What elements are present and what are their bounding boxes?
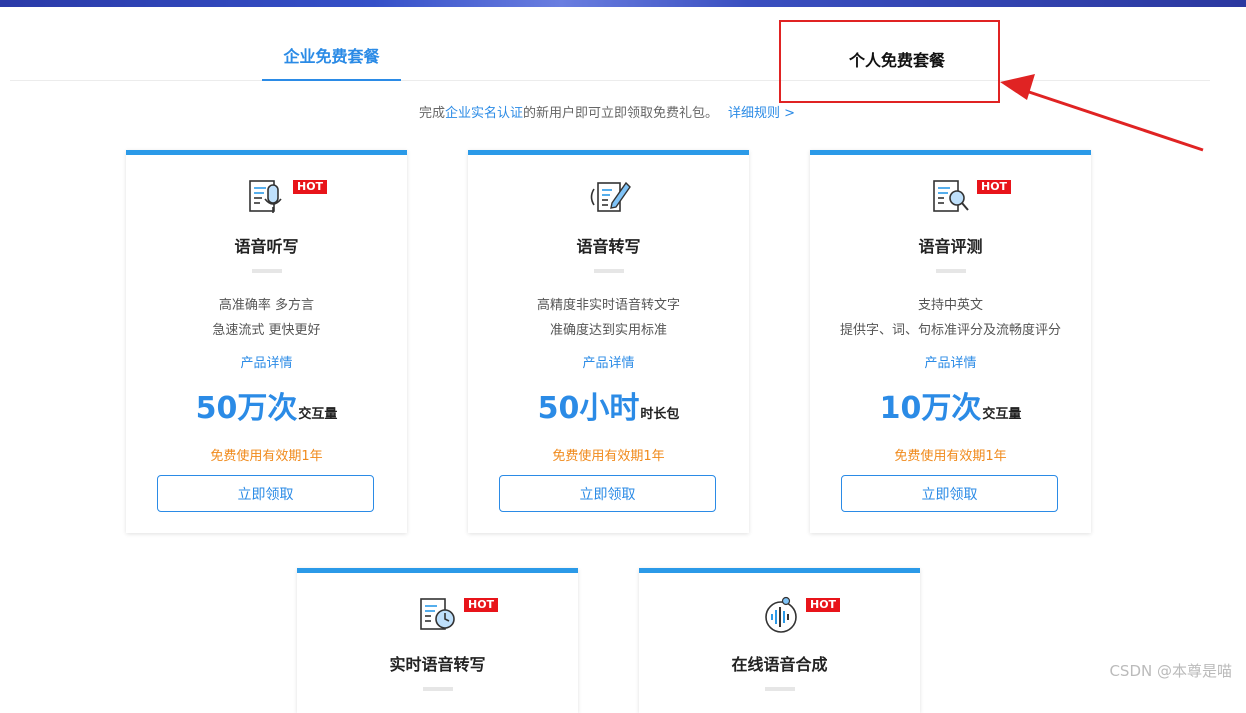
card-amount: 50万次交互量 <box>195 391 338 426</box>
card-description: 高准确率 多方言 急速流式 更快更好 <box>212 298 321 338</box>
product-detail-link[interactable]: 产品详情 <box>468 352 749 371</box>
card-title: 语音转写 <box>576 237 641 256</box>
card-amount: 50小时时长包 <box>537 391 680 426</box>
card-title: 语音评测 <box>918 237 983 256</box>
validity-text: 免费使用有效期1年 <box>210 449 323 464</box>
hot-badge: HOT <box>464 598 499 612</box>
card-speech-transcription: 语音转写 高精度非实时语音转文字 准确度达到实用标准 产品详情 50小时时长包 … <box>468 150 749 533</box>
claim-button[interactable]: 立即领取 <box>841 475 1058 512</box>
product-detail-link[interactable]: 产品详情 <box>126 352 407 371</box>
tab-enterprise-free[interactable]: 企业免费套餐 <box>262 43 401 81</box>
validity-text: 免费使用有效期1年 <box>552 449 665 464</box>
notice-text: 完成企业实名认证的新用户即可立即领取免费礼包。 详细规则 > <box>418 106 796 121</box>
watermark: CSDN @本尊是喵 <box>1109 662 1232 680</box>
enterprise-verify-link[interactable]: 企业实名认证 <box>445 106 523 121</box>
title-divider <box>936 269 966 273</box>
product-detail-link[interactable]: 产品详情 <box>810 352 1091 371</box>
card-realtime-transcription: HOT 实时语音转写 <box>297 568 578 713</box>
validity-text: 免费使用有效期1年 <box>894 449 1007 464</box>
pen-doc-icon <box>588 177 632 217</box>
card-description: 高精度非实时语音转文字 准确度达到实用标准 <box>536 298 680 338</box>
title-divider <box>594 269 624 273</box>
card-description: 支持中英文 提供字、词、句标准评分及流畅度评分 <box>839 298 1061 338</box>
title-divider <box>252 269 282 273</box>
rules-link[interactable]: 详细规则 > <box>728 106 795 121</box>
microphone-doc-icon <box>246 177 290 217</box>
card-title: 在线语音合成 <box>731 655 828 674</box>
claim-button[interactable]: 立即领取 <box>499 475 716 512</box>
clock-doc-icon <box>417 595 461 635</box>
claim-button[interactable]: 立即领取 <box>157 475 374 512</box>
title-divider <box>765 687 795 691</box>
card-speech-evaluation: HOT 语音评测 支持中英文 提供字、词、句标准评分及流畅度评分 产品详情 10… <box>810 150 1091 533</box>
card-title: 实时语音转写 <box>389 655 486 674</box>
soundwave-icon <box>759 595 803 635</box>
card-speech-dictation: HOT 语音听写 高准确率 多方言 急速流式 更快更好 产品详情 50万次交互量… <box>126 150 407 533</box>
annotation-highlight-box <box>779 20 1000 103</box>
hot-badge: HOT <box>293 180 328 194</box>
magnifier-doc-icon <box>930 177 974 217</box>
title-divider <box>423 687 453 691</box>
hot-badge: HOT <box>806 598 841 612</box>
card-title: 语音听写 <box>234 237 299 256</box>
card-amount: 10万次交互量 <box>879 391 1022 426</box>
top-banner <box>0 0 1246 7</box>
hot-badge: HOT <box>977 180 1012 194</box>
card-online-tts: HOT 在线语音合成 <box>639 568 920 713</box>
